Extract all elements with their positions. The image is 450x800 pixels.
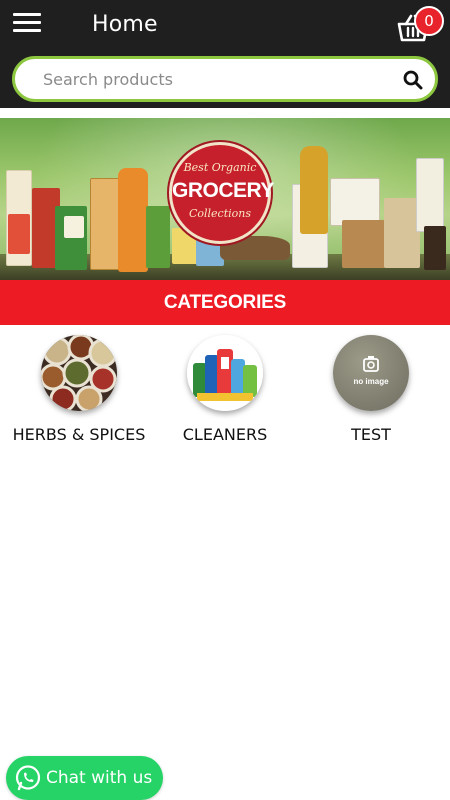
category-cleaners[interactable]: CLEANERS xyxy=(150,335,300,450)
banner-line1: Best Organic xyxy=(183,161,257,174)
category-label: CLEANERS xyxy=(182,425,268,444)
category-herbs-spices[interactable]: HERBS & SPICES xyxy=(4,335,154,450)
no-image-placeholder: no image xyxy=(333,335,409,411)
categories-heading: CATEGORIES xyxy=(0,280,450,325)
promo-banner[interactable]: Best Organic GROCERY Collections xyxy=(0,118,450,280)
no-image-text: no image xyxy=(353,377,389,386)
category-label: HERBS & SPICES xyxy=(12,425,146,444)
banner-line2: GROCERY xyxy=(172,179,274,202)
category-label: TEST xyxy=(351,425,391,444)
menu-icon[interactable] xyxy=(13,12,41,34)
app-header: Home 0 xyxy=(0,0,450,108)
search-icon[interactable] xyxy=(403,70,423,90)
spice-jars-image xyxy=(41,335,117,411)
search-input[interactable] xyxy=(43,65,383,93)
cleaner-bottles-image xyxy=(187,335,263,411)
category-test[interactable]: no image TEST xyxy=(296,335,446,450)
banner-line3: Collections xyxy=(188,207,252,220)
chat-with-us-button[interactable]: Chat with us xyxy=(6,756,163,800)
whatsapp-icon xyxy=(15,765,41,791)
chat-label: Chat with us xyxy=(46,768,153,788)
page-title: Home xyxy=(92,12,158,37)
cart-count-badge: 0 xyxy=(414,6,444,36)
search-bar xyxy=(12,56,438,102)
banner-badge: Best Organic GROCERY Collections xyxy=(169,142,274,244)
